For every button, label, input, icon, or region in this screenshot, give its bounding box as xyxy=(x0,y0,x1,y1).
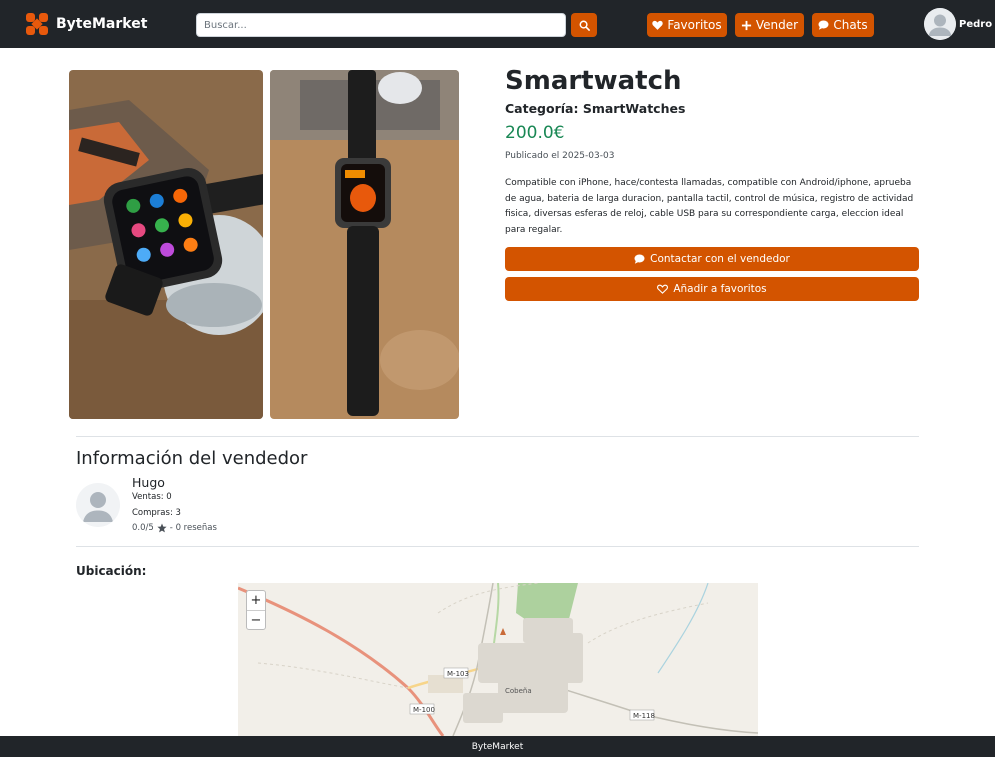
map-label-town: Cobeña xyxy=(505,687,532,695)
star-icon xyxy=(157,523,167,533)
navbar: ByteMarket Favoritos Vender Chats xyxy=(0,0,995,48)
heart-outline-icon xyxy=(657,284,669,294)
product-photo-1[interactable] xyxy=(69,70,263,419)
chat-icon xyxy=(818,20,829,30)
user-name[interactable]: Pedro xyxy=(959,19,992,30)
product-photo-1-image xyxy=(69,70,263,419)
plus-icon xyxy=(741,20,751,30)
user-icon xyxy=(76,483,120,527)
divider xyxy=(76,546,919,547)
seller-heading: Información del vendedor xyxy=(76,448,308,469)
product-title: Smartwatch xyxy=(505,66,682,96)
map-label-m118: M-118 xyxy=(633,712,655,720)
product-photo-2-image xyxy=(270,70,459,419)
brand-logo-icon xyxy=(26,13,48,35)
seller-purchases: Compras: 3 xyxy=(132,508,181,518)
contact-seller-label: Contactar con el vendedor xyxy=(650,253,790,265)
map-zoom-control: + − xyxy=(246,590,266,630)
product-description: Compatible con iPhone, hace/contesta lla… xyxy=(505,178,914,235)
sell-label: Vender xyxy=(755,18,799,32)
brand-link[interactable]: ByteMarket xyxy=(25,12,147,36)
contact-seller-button[interactable]: Contactar con el vendedor xyxy=(505,247,919,271)
rating-score: 0.0/5 xyxy=(132,523,154,533)
search-input[interactable] xyxy=(196,13,566,37)
user-avatar[interactable] xyxy=(924,8,956,40)
sell-button[interactable]: Vender xyxy=(735,13,804,37)
product-category: Categoría: SmartWatches xyxy=(505,101,686,116)
add-favorite-button[interactable]: Añadir a favoritos xyxy=(505,277,919,301)
zoom-out-button[interactable]: − xyxy=(247,610,265,629)
product-price: 200.0€ xyxy=(505,123,565,143)
brand-name: ByteMarket xyxy=(56,16,148,32)
search-button[interactable] xyxy=(571,13,597,37)
rating-reviews: - 0 reseñas xyxy=(169,523,217,533)
seller-name[interactable]: Hugo xyxy=(132,475,165,490)
product-published-date: Publicado el 2025-03-03 xyxy=(505,151,615,161)
favorites-button[interactable]: Favoritos xyxy=(647,13,727,37)
user-icon xyxy=(924,8,956,40)
location-label: Ubicación: xyxy=(76,564,147,578)
seller-sales: Ventas: 0 xyxy=(132,492,172,502)
chats-button[interactable]: Chats xyxy=(812,13,874,37)
product-photo-2[interactable] xyxy=(270,70,459,419)
chats-label: Chats xyxy=(833,18,868,32)
divider xyxy=(76,436,919,437)
seller-avatar[interactable] xyxy=(76,483,120,527)
chat-icon xyxy=(634,254,645,264)
heart-icon xyxy=(652,20,664,30)
map-label-m100: M-100 xyxy=(413,706,435,714)
location-map[interactable]: M-103 M-100 M-118 Cobeña xyxy=(238,583,758,736)
footer: ByteMarket xyxy=(0,736,995,757)
map-label-m103: M-103 xyxy=(447,670,469,678)
footer-text: ByteMarket xyxy=(471,741,524,752)
map-tiles: M-103 M-100 M-118 Cobeña xyxy=(238,583,758,736)
zoom-in-button[interactable]: + xyxy=(247,591,265,610)
search-icon xyxy=(579,20,590,31)
seller-rating: 0.0/5 - 0 reseñas xyxy=(132,523,217,533)
add-favorite-label: Añadir a favoritos xyxy=(673,283,767,295)
favorites-label: Favoritos xyxy=(667,18,722,32)
